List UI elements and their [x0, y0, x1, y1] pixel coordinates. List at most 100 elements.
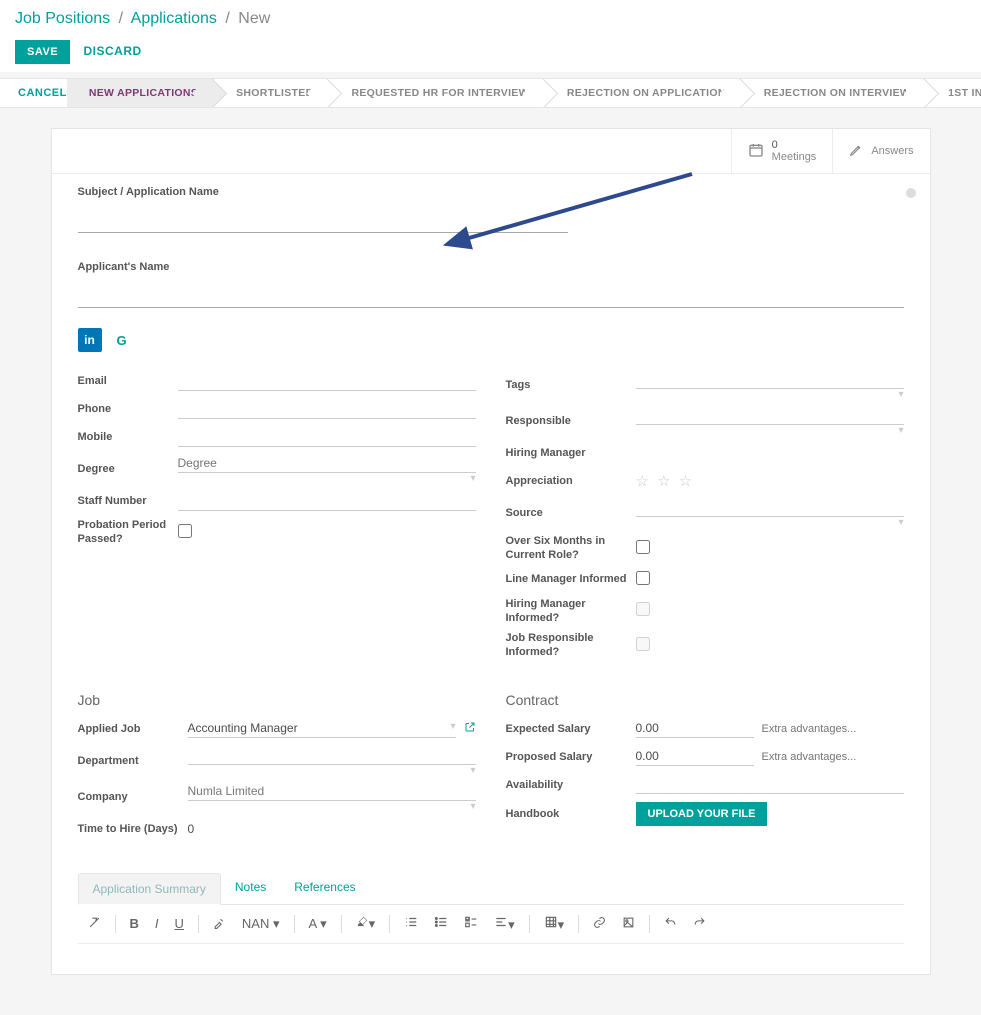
degree-select[interactable] [178, 454, 476, 473]
section-contract: Contract [506, 692, 904, 708]
label-handbook: Handbook [506, 807, 636, 821]
label-degree: Degree [78, 462, 178, 476]
expected-salary-value[interactable]: 0.00 [636, 719, 754, 738]
bold-icon[interactable]: B [124, 914, 145, 933]
redo-icon[interactable] [687, 914, 712, 934]
align-icon[interactable]: ▾ [488, 913, 521, 935]
label-phone: Phone [78, 402, 178, 416]
section-job: Job [78, 692, 476, 708]
proposed-salary-value[interactable]: 0.00 [636, 747, 754, 766]
mobile-input[interactable] [178, 428, 476, 447]
label-six-months: Over Six Months in Current Role? [506, 534, 636, 563]
breadcrumb[interactable]: Job Positions / Applications / New [15, 10, 966, 28]
italic-icon[interactable]: I [149, 914, 165, 933]
probation-checkbox[interactable] [178, 524, 192, 538]
responsible-input[interactable] [636, 406, 904, 425]
label-time-to-hire: Time to Hire (Days) [78, 822, 188, 836]
label-applicant: Applicant's Name [78, 261, 904, 273]
label-line-mgr: Line Manager Informed [506, 572, 636, 586]
label-expected-salary: Expected Salary [506, 722, 636, 736]
label-responsible: Responsible [506, 414, 636, 428]
stat-meetings[interactable]: 0 Meetings [731, 129, 833, 173]
image-icon[interactable] [616, 914, 641, 934]
label-applied-job: Applied Job [78, 722, 188, 736]
stage-bar: NEW APPLICATIONS SHORTLISTED REQUESTED H… [67, 78, 981, 108]
source-input[interactable] [636, 498, 904, 517]
staff-number-input[interactable] [178, 492, 476, 511]
label-staff-number: Staff Number [78, 494, 178, 508]
subject-input[interactable] [78, 204, 568, 233]
label-hiring-manager: Hiring Manager [506, 446, 636, 460]
time-to-hire-value: 0 [188, 822, 476, 836]
upload-file-button[interactable]: UPLOAD YOUR FILE [636, 802, 768, 826]
calendar-icon [748, 142, 764, 161]
external-link-icon[interactable] [464, 721, 476, 736]
font-color-icon[interactable]: A ▾ [303, 914, 333, 934]
google-icon[interactable]: G [110, 328, 134, 352]
label-source: Source [506, 506, 636, 520]
font-family-select[interactable]: NAN ▾ [236, 914, 286, 934]
label-mobile: Mobile [78, 430, 178, 444]
tab-notes[interactable]: Notes [221, 872, 280, 904]
answers-label: Answers [871, 145, 913, 157]
availability-input[interactable] [636, 775, 904, 794]
tab-application-summary[interactable]: Application Summary [78, 873, 221, 905]
company-input[interactable] [188, 782, 476, 801]
meetings-count: 0 [772, 139, 778, 151]
six-months-checkbox[interactable] [636, 540, 650, 554]
breadcrumb-l3: New [238, 10, 270, 27]
header: Job Positions / Applications / New SAVE … [0, 0, 981, 72]
label-tags: Tags [506, 378, 636, 392]
status-bar: CANCEL NEW APPLICATIONS SHORTLISTED REQU… [0, 78, 981, 108]
linkedin-icon[interactable]: in [78, 328, 102, 352]
eyedropper-icon[interactable] [207, 914, 232, 934]
line-mgr-checkbox[interactable] [636, 571, 650, 585]
label-subject: Subject / Application Name [78, 186, 904, 198]
job-resp-informed-checkbox [636, 637, 650, 651]
rte-toolbar: B I U NAN ▾ A ▾ ▾ ▾ ▾ [78, 905, 904, 944]
meetings-label: Meetings [772, 151, 817, 163]
clear-format-icon[interactable] [82, 914, 107, 934]
stat-answers[interactable]: Answers [832, 129, 929, 173]
tags-input[interactable] [636, 370, 904, 389]
tab-references[interactable]: References [280, 872, 369, 904]
table-icon[interactable]: ▾ [538, 913, 571, 935]
label-job-resp-informed: Job Responsible Informed? [506, 631, 636, 660]
hiring-mgr-informed-checkbox [636, 602, 650, 616]
proposed-extra-input[interactable] [762, 749, 904, 765]
stage-new-applications[interactable]: NEW APPLICATIONS [67, 78, 214, 108]
kanban-status-dot[interactable] [906, 188, 916, 198]
department-input[interactable] [188, 746, 476, 765]
checklist-icon[interactable] [458, 913, 484, 934]
appreciation-stars[interactable]: ☆ ☆ ☆ [636, 472, 904, 490]
applied-job-value[interactable]: Accounting Manager [188, 721, 298, 735]
stage-rejection-application[interactable]: REJECTION ON APPLICATION [545, 78, 742, 108]
link-icon[interactable] [587, 914, 612, 934]
undo-icon[interactable] [658, 914, 683, 934]
save-button[interactable]: SAVE [15, 40, 70, 64]
label-department: Department [78, 754, 188, 768]
applicant-name-input[interactable] [78, 279, 904, 308]
discard-button[interactable]: DISCARD [83, 44, 141, 58]
highlight-icon[interactable]: ▾ [350, 913, 382, 934]
label-email: Email [78, 374, 178, 388]
tabs: Application Summary Notes References B I… [78, 872, 904, 944]
ul-icon[interactable] [428, 913, 454, 934]
ol-icon[interactable] [398, 913, 424, 934]
label-appreciation: Appreciation [506, 474, 636, 488]
form-sheet: 0 Meetings Answers Subject / Application… [51, 128, 931, 975]
breadcrumb-l1[interactable]: Job Positions [15, 10, 110, 27]
phone-input[interactable] [178, 400, 476, 419]
label-hiring-mgr-informed: Hiring Manager Informed? [506, 597, 636, 626]
underline-icon[interactable]: U [169, 914, 190, 933]
label-company: Company [78, 790, 188, 804]
cancel-button[interactable]: CANCEL [18, 87, 67, 99]
edit-icon [849, 143, 863, 160]
stage-rejection-interview[interactable]: REJECTION ON INTERVIEW [742, 78, 926, 108]
email-input[interactable] [178, 372, 476, 391]
breadcrumb-l2[interactable]: Applications [131, 10, 217, 27]
stage-shortlisted[interactable]: SHORTLISTED [214, 78, 329, 108]
stage-requested-hr[interactable]: REQUESTED HR FOR INTERVIEW [329, 78, 544, 108]
label-proposed-salary: Proposed Salary [506, 750, 636, 764]
expected-extra-input[interactable] [762, 721, 904, 737]
